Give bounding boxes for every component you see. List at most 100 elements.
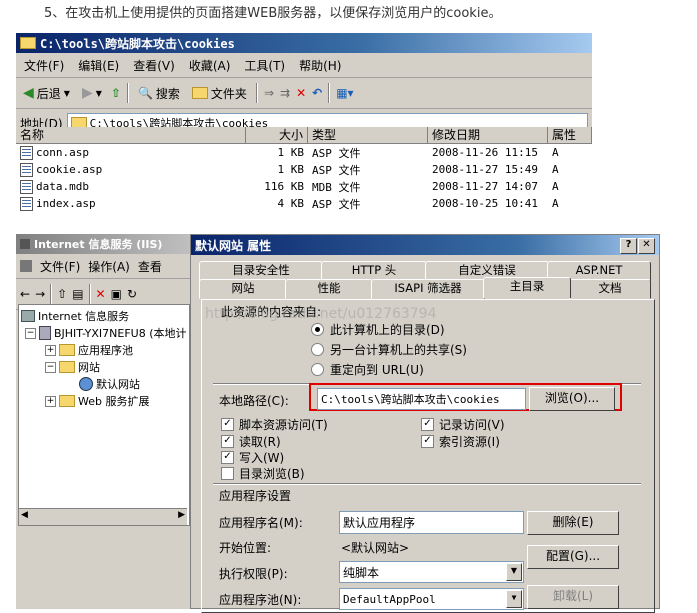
column-type[interactable]: 类型 bbox=[308, 127, 428, 143]
chevron-down-icon[interactable]: ▼ bbox=[506, 563, 522, 581]
refresh-icon[interactable]: ↻ bbox=[127, 287, 137, 301]
chevron-down-icon[interactable]: ▼ bbox=[506, 590, 522, 608]
folders-button[interactable]: 文件夹 bbox=[189, 85, 250, 102]
toolbar-separator bbox=[328, 83, 331, 103]
collapse-icon[interactable]: − bbox=[25, 327, 36, 339]
chevron-down-icon: ▼ bbox=[95, 88, 102, 98]
menu-view[interactable]: 查看(V) bbox=[133, 57, 175, 74]
radio-redirect-url[interactable]: 重定向到 URL(U) bbox=[311, 361, 424, 378]
explorer-menubar: 文件(F) 编辑(E) 查看(V) 收藏(A) 工具(T) 帮助(H) bbox=[16, 53, 592, 78]
tab-performance[interactable]: 性能 bbox=[285, 279, 373, 299]
explorer-title: C:\tools\跨站脚本攻击\cookies bbox=[40, 36, 235, 51]
iis-titlebar[interactable]: Internet 信息服务 (IIS) bbox=[16, 234, 192, 254]
tree-node-app-pools[interactable]: + 应用程序池 bbox=[45, 342, 133, 358]
checkbox-log-visits[interactable]: ✓ 记录访问(V) bbox=[421, 416, 505, 433]
iis-menu-action[interactable]: 操作(A) bbox=[88, 258, 130, 275]
scroll-right-icon[interactable]: ▶ bbox=[178, 510, 185, 520]
tab-documents[interactable]: 文档 bbox=[569, 279, 651, 299]
up-folder-icon[interactable]: ⇧ bbox=[111, 86, 121, 100]
search-button[interactable]: 🔍 搜索 bbox=[135, 85, 183, 102]
menu-edit[interactable]: 编辑(E) bbox=[78, 57, 119, 74]
expand-icon[interactable]: + bbox=[45, 344, 56, 356]
delete-icon[interactable]: ✕ bbox=[96, 287, 106, 301]
tree-node-server[interactable]: − BJHIT-YXI7NEFU8 (本地计 bbox=[25, 325, 187, 341]
tree-node-default-site[interactable]: 默认网站 bbox=[79, 376, 140, 392]
iis-menu-view[interactable]: 查看 bbox=[138, 258, 162, 275]
collapse-icon[interactable]: − bbox=[45, 361, 56, 373]
show-tree-icon[interactable]: ▤ bbox=[72, 287, 83, 301]
column-name[interactable]: 名称 bbox=[16, 127, 246, 143]
checkbox-mark: ✓ bbox=[421, 435, 434, 448]
tree-node-web-extensions[interactable]: + Web 服务扩展 bbox=[45, 393, 149, 409]
forward-arrow-icon[interactable]: → bbox=[35, 287, 45, 301]
file-icon bbox=[20, 145, 33, 160]
file-row[interactable]: conn.asp 1 KB ASP 文件 2008-11-26 11:15 A bbox=[16, 144, 592, 161]
copy-to-icon[interactable]: ⇉ bbox=[280, 86, 290, 100]
properties-icon[interactable]: ▣ bbox=[111, 287, 122, 301]
app-pool-select[interactable]: DefaultAppPool ▼ bbox=[339, 588, 524, 610]
tab-website[interactable]: 网站 bbox=[199, 279, 287, 299]
tab-isapi-filters[interactable]: ISAPI 筛选器 bbox=[371, 279, 485, 299]
file-row[interactable]: index.asp 4 KB ASP 文件 2008-10-25 10:41 A bbox=[16, 195, 592, 212]
browse-button[interactable]: 浏览(O)... bbox=[529, 387, 615, 411]
properties-dialog: 默认网站 属性 ? ✕ 目录安全性 HTTP 头 自定义错误 ASP.NET 网… bbox=[190, 234, 660, 613]
remove-button[interactable]: 删除(E) bbox=[527, 511, 619, 535]
toolbar-separator bbox=[255, 83, 258, 103]
menu-tools[interactable]: 工具(T) bbox=[244, 57, 285, 74]
move-to-icon[interactable]: ⇒ bbox=[264, 86, 274, 100]
checkbox-mark: ✓ bbox=[421, 418, 434, 431]
file-row[interactable]: cookie.asp 1 KB ASP 文件 2008-11-27 15:49 … bbox=[16, 161, 592, 178]
server-icon bbox=[39, 326, 51, 340]
expand-icon[interactable]: + bbox=[45, 395, 56, 407]
tree-node-root[interactable]: Internet 信息服务 bbox=[21, 308, 129, 324]
tab-directory-security[interactable]: 目录安全性 bbox=[199, 261, 323, 281]
close-button[interactable]: ✕ bbox=[638, 238, 655, 254]
back-arrow-icon: ◀ bbox=[23, 85, 34, 101]
checkbox-script-source[interactable]: ✓ 脚本资源访问(T) bbox=[221, 416, 328, 433]
checkbox-index-resource[interactable]: ✓ 索引资源(I) bbox=[421, 433, 500, 450]
file-icon bbox=[20, 162, 33, 177]
checkbox-mark: ✓ bbox=[221, 451, 234, 464]
file-list-header: 名称 大小 类型 修改日期 属性 bbox=[16, 127, 592, 144]
local-path-input[interactable]: C:\tools\跨站脚本攻击\cookies bbox=[317, 388, 526, 410]
up-level-icon[interactable]: ⇧ bbox=[57, 287, 67, 301]
horizontal-scrollbar[interactable]: ◀ ▶ bbox=[19, 508, 187, 525]
search-icon: 🔍 bbox=[137, 86, 153, 100]
chevron-down-icon: ▼ bbox=[63, 88, 70, 98]
checkbox-read[interactable]: ✓ 读取(R) bbox=[221, 433, 281, 450]
explorer-titlebar[interactable]: C:\tools\跨站脚本攻击\cookies bbox=[16, 33, 592, 53]
column-attr[interactable]: 属性 bbox=[548, 127, 592, 143]
views-icon[interactable]: ▦▾ bbox=[336, 86, 353, 100]
back-arrow-icon[interactable]: ← bbox=[20, 287, 30, 301]
configure-button[interactable]: 配置(G)... bbox=[527, 545, 619, 569]
execute-permissions-label: 执行权限(P): bbox=[219, 567, 288, 581]
forward-button[interactable]: ▶ ▼ bbox=[79, 85, 105, 101]
menu-file[interactable]: 文件(F) bbox=[24, 57, 64, 74]
iis-menubar: 文件(F) 操作(A) 查看 bbox=[16, 254, 192, 279]
checkbox-directory-browsing[interactable]: 目录浏览(B) bbox=[221, 465, 305, 482]
column-size[interactable]: 大小 bbox=[246, 127, 308, 143]
tab-home-directory[interactable]: 主目录 bbox=[483, 277, 571, 298]
back-button[interactable]: ◀ 后退 ▼ bbox=[20, 85, 73, 102]
menu-help[interactable]: 帮助(H) bbox=[299, 57, 341, 74]
execute-permissions-select[interactable]: 纯脚本 ▼ bbox=[339, 561, 524, 583]
folder-icon bbox=[59, 395, 75, 407]
radio-local-directory[interactable]: 此计算机上的目录(D) bbox=[311, 321, 445, 338]
radio-network-share[interactable]: 另一台计算机上的共享(S) bbox=[311, 341, 467, 358]
unload-button[interactable]: 卸载(L) bbox=[527, 585, 619, 609]
file-icon bbox=[20, 179, 33, 194]
folder-icon bbox=[59, 361, 75, 373]
app-name-input[interactable]: 默认应用程序 bbox=[339, 511, 524, 534]
tab-http-headers[interactable]: HTTP 头 bbox=[321, 261, 427, 281]
tree-node-websites[interactable]: − 网站 bbox=[45, 359, 100, 375]
column-date[interactable]: 修改日期 bbox=[428, 127, 548, 143]
menu-favorites[interactable]: 收藏(A) bbox=[189, 57, 231, 74]
iis-menu-file[interactable]: 文件(F) bbox=[40, 258, 80, 275]
help-button[interactable]: ? bbox=[620, 238, 637, 254]
undo-icon[interactable]: ↶ bbox=[312, 86, 322, 100]
file-row[interactable]: data.mdb 116 KB MDB 文件 2008-11-27 14:07 … bbox=[16, 178, 592, 195]
dialog-titlebar[interactable]: 默认网站 属性 bbox=[191, 235, 659, 255]
scroll-left-icon[interactable]: ◀ bbox=[21, 510, 28, 520]
checkbox-write[interactable]: ✓ 写入(W) bbox=[221, 449, 284, 466]
delete-icon[interactable]: ✕ bbox=[296, 86, 306, 100]
